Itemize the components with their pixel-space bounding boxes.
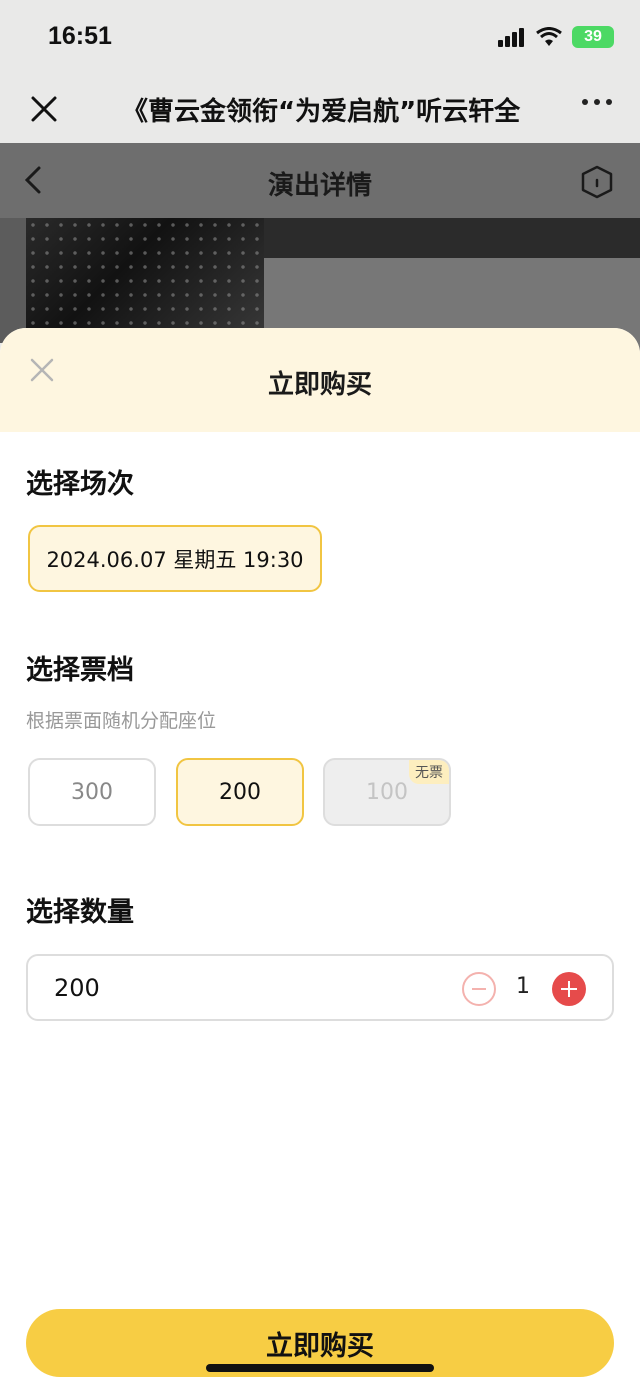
tier-hint: 根据票面随机分配座位 (26, 710, 217, 732)
status-icons: 39 (498, 26, 614, 48)
home-icon[interactable] (580, 165, 614, 199)
tier-label: 300 (71, 779, 113, 805)
session-option[interactable]: 2024.06.07 星期五 19:30 (28, 525, 322, 592)
sheet-header: 立即购买 (0, 328, 640, 432)
sold-out-badge: 无票 (409, 760, 449, 784)
quantity-price: 200 (54, 974, 100, 1002)
quantity-count: 1 (516, 974, 530, 999)
wifi-icon (536, 27, 562, 46)
minus-button[interactable] (462, 972, 496, 1006)
more-icon[interactable] (582, 99, 612, 105)
page-title: 演出详情 (267, 171, 372, 201)
status-bar: 16:51 39 (0, 0, 640, 75)
quantity-stepper: 200 1 (26, 954, 614, 1021)
sheet-title: 立即购买 (267, 370, 372, 400)
poster-band (264, 218, 640, 258)
tier-label: 200 (219, 779, 261, 805)
close-icon[interactable] (30, 95, 58, 123)
battery-icon: 39 (572, 26, 614, 48)
tier-option-300[interactable]: 300 (28, 758, 156, 826)
battery-level: 39 (584, 28, 602, 45)
page-nav: 演出详情 (0, 143, 640, 218)
wechat-header: 《曹云金领衔“为爱启航”听云轩全 (0, 75, 640, 143)
tier-option-100: 100 无票 (323, 758, 451, 826)
quantity-heading: 选择数量 (26, 897, 134, 928)
purchase-sheet: 立即购买 选择场次 2024.06.07 星期五 19:30 选择票档 根据票面… (0, 328, 640, 1385)
home-indicator (206, 1364, 434, 1372)
tier-option-200[interactable]: 200 (176, 758, 304, 826)
plus-button[interactable] (552, 972, 586, 1006)
session-heading: 选择场次 (26, 469, 134, 500)
tier-label: 100 (366, 779, 408, 805)
signal-icon (498, 28, 524, 47)
tier-heading: 选择票档 (26, 655, 134, 686)
wechat-title: 《曹云金领衔“为爱启航”听云轩全 (122, 97, 521, 127)
status-time: 16:51 (48, 22, 112, 50)
